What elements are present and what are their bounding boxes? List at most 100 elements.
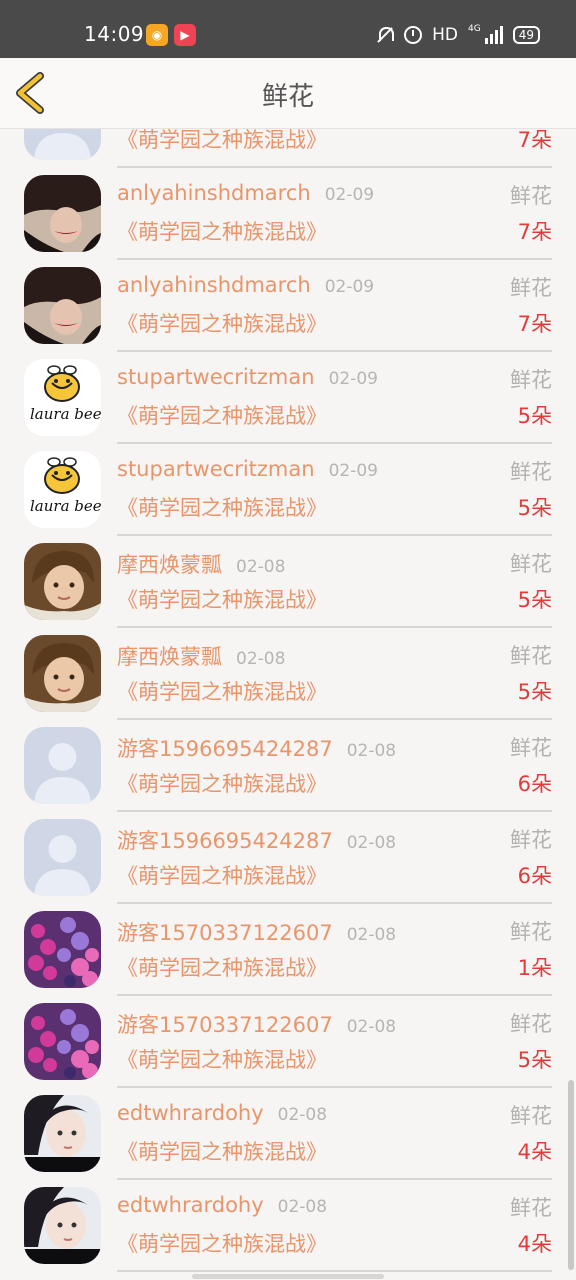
gift-date: 02-08 <box>277 1105 328 1125</box>
gift-type: 鲜花 <box>510 184 552 208</box>
username-text: 游客1570337122607 <box>117 1013 333 1037</box>
list-item[interactable]: · edtwhrardohy 02-08 鲜花 《萌学园之种族混战》 4朵 <box>0 1086 576 1180</box>
gift-count: 4朵 <box>517 1140 552 1164</box>
list-item[interactable]: 摩西焕蒙瓢 02-08 鲜花 《萌学园之种族混战》 5朵 <box>0 534 576 628</box>
svg-text:·: · <box>27 1254 29 1262</box>
username-text: stupartwecritzman <box>117 457 315 481</box>
bell-muted-icon <box>376 26 395 44</box>
list-item[interactable]: 游客1570337122607 02-08 鲜花《萌学园之种族混战》 5朵 <box>0 994 576 1088</box>
gift-date: 02-09 <box>328 461 378 481</box>
book-title[interactable]: 《萌学园之种族混战》 <box>117 584 327 614</box>
username[interactable]: edtwhrardohy 02-08 <box>117 1101 327 1125</box>
avatar[interactable] <box>24 911 101 988</box>
avatar[interactable]: laura bee <box>24 451 101 528</box>
username[interactable]: 游客1596695424287 02-08 <box>117 733 396 763</box>
list-item[interactable]: anlyahinshdmarch 02-09 鲜花 《萌学园之种族混战》 7朵 <box>0 258 576 352</box>
video-app-icon: ▶ <box>174 24 196 46</box>
list-item[interactable]: 摩西焕蒙瓢 02-08 鲜花 《萌学园之种族混战》 5朵 <box>0 626 576 720</box>
username[interactable]: stupartwecritzman 02-09 <box>117 365 378 389</box>
book-title[interactable]: 《萌学园之种族混战》 <box>117 1044 327 1074</box>
list-item[interactable]: laura bee stupartwecritzman 02-09 鲜花 《萌学园之种族… <box>0 442 576 536</box>
row-content: stupartwecritzman 02-09 鲜花 《萌学园之种族混战》 5朵 <box>117 350 552 444</box>
avatar[interactable]: · <box>24 1187 101 1264</box>
gift-type: 鲜花 <box>510 920 552 944</box>
username-text: stupartwecritzman <box>117 365 315 389</box>
flower-list-items: 《萌学园之种族混战》 7朵 anlyahinshdmarch 02-09 鲜花 《萌学园之… <box>0 129 576 1272</box>
username[interactable]: 摩西焕蒙瓢 02-08 <box>117 641 285 671</box>
avatar[interactable] <box>24 543 101 620</box>
book-title[interactable]: 《萌学园之种族混战》 <box>117 1228 327 1258</box>
list-item[interactable]: laura bee stupartwecritzman 02-09 鲜花 《萌学园之种族… <box>0 350 576 444</box>
gift-count: 5朵 <box>517 404 552 428</box>
username[interactable]: anlyahinshdmarch 02-09 <box>117 181 374 205</box>
username-text: edtwhrardohy <box>117 1193 264 1217</box>
svg-text:laura bee: laura bee <box>30 405 101 423</box>
username-text: 游客1596695424287 <box>117 829 333 853</box>
avatar[interactable]: laura bee <box>24 359 101 436</box>
network-label: HD <box>432 25 459 45</box>
book-title[interactable]: 《萌学园之种族混战》 <box>117 400 327 430</box>
username-text: anlyahinshdmarch <box>117 181 311 205</box>
scrollbar[interactable] <box>568 1080 574 1270</box>
list-item[interactable]: 游客1570337122607 02-08 鲜花 《萌学园之种族混战》 1朵 <box>0 902 576 996</box>
username[interactable]: 游客1570337122607 02-08 <box>117 917 396 947</box>
avatar[interactable] <box>24 267 101 344</box>
avatar[interactable]: · <box>24 1095 101 1172</box>
gift-date: 02-08 <box>346 833 397 853</box>
row-content: edtwhrardohy 02-08 鲜花 《萌学园之种族混战》 4朵 <box>117 1086 552 1180</box>
avatar[interactable] <box>24 819 101 896</box>
list-item[interactable]: anlyahinshdmarch 02-09 鲜花《萌学园之种族混战》 7朵 <box>0 166 576 260</box>
gift-count: 5朵 <box>517 1048 552 1072</box>
book-title[interactable]: 《萌学园之种族混战》 <box>117 676 327 706</box>
gift-date: 02-09 <box>324 185 375 205</box>
avatar[interactable] <box>24 1003 101 1080</box>
avatar[interactable] <box>24 635 101 712</box>
row-content: 游客1570337122607 02-08 鲜花《萌学园之种族混战》 5朵 <box>117 994 552 1088</box>
username-text: 摩西焕蒙瓢 <box>117 645 222 669</box>
gift-count: 7朵 <box>517 220 552 244</box>
book-title[interactable]: 《萌学园之种族混战》 <box>117 129 327 154</box>
username-text: edtwhrardohy <box>117 1101 264 1125</box>
book-title[interactable]: 《萌学园之种族混战》 <box>117 308 327 338</box>
row-content: 游客1596695424287 02-08 鲜花 《萌学园之种族混战》 6朵 <box>117 718 552 812</box>
list-item[interactable]: 游客1596695424287 02-08 鲜花 《萌学园之种族混战》 6朵 <box>0 718 576 812</box>
book-title[interactable]: 《萌学园之种族混战》 <box>117 768 327 798</box>
book-title[interactable]: 《萌学园之种族混战》 <box>117 216 327 246</box>
svg-text:laura bee: laura bee <box>30 497 101 515</box>
list-item[interactable]: 《萌学园之种族混战》 7朵 <box>0 129 576 168</box>
gift-date: 02-09 <box>324 277 375 297</box>
network-type-label: 4G <box>468 24 481 34</box>
username[interactable]: 游客1596695424287 02-08 <box>117 825 396 855</box>
header: 鲜花 <box>0 58 576 129</box>
alarm-clock-icon <box>404 26 423 44</box>
username[interactable]: 游客1570337122607 02-08 <box>117 1009 396 1039</box>
gift-count: 6朵 <box>517 864 552 888</box>
username[interactable]: 摩西焕蒙瓢 02-08 <box>117 549 285 579</box>
flower-list[interactable]: 《萌学园之种族混战》 7朵 anlyahinshdmarch 02-09 鲜花 《萌学园之… <box>0 129 576 1280</box>
gift-date: 02-08 <box>277 1197 328 1217</box>
gift-count: 5朵 <box>517 496 552 520</box>
gift-date: 02-08 <box>346 1017 397 1037</box>
username[interactable]: edtwhrardohy 02-08 <box>117 1193 327 1217</box>
gift-type: 鲜花 <box>510 1012 552 1036</box>
row-content: stupartwecritzman 02-09 鲜花 《萌学园之种族混战》 5朵 <box>117 442 552 536</box>
gift-type: 鲜花 <box>510 552 552 576</box>
list-item[interactable]: 游客1596695424287 02-08 鲜花 《萌学园之种族混战》 6朵 <box>0 810 576 904</box>
status-right: HD 4G 49 <box>376 22 540 48</box>
gift-count: 5朵 <box>517 680 552 704</box>
username[interactable]: anlyahinshdmarch 02-09 <box>117 273 374 297</box>
avatar[interactable] <box>24 129 101 160</box>
username-text: anlyahinshdmarch <box>117 273 311 297</box>
username[interactable]: stupartwecritzman 02-09 <box>117 457 378 481</box>
signal-icon <box>484 26 503 44</box>
avatar[interactable] <box>24 175 101 252</box>
book-title[interactable]: 《萌学园之种族混战》 <box>117 860 327 890</box>
book-title[interactable]: 《萌学园之种族混战》 <box>117 492 327 522</box>
avatar[interactable] <box>24 727 101 804</box>
book-title[interactable]: 《萌学园之种族混战》 <box>117 952 327 982</box>
book-title[interactable]: 《萌学园之种族混战》 <box>117 1136 327 1166</box>
row-content: anlyahinshdmarch 02-09 鲜花《萌学园之种族混战》 7朵 <box>117 166 552 260</box>
gift-date: 02-08 <box>236 649 286 669</box>
list-item[interactable]: · edtwhrardohy 02-08 鲜花 《萌学园之种族混战》 4朵 <box>0 1178 576 1272</box>
gift-date: 02-08 <box>346 741 397 761</box>
